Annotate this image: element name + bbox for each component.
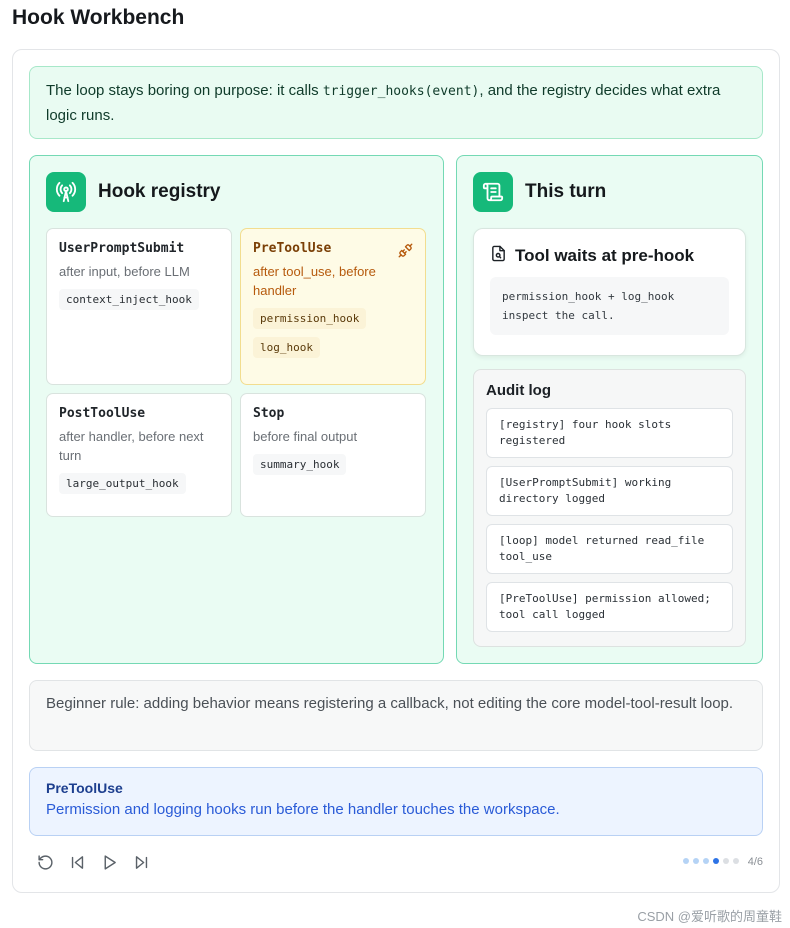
antenna-icon [46, 172, 86, 212]
step-counter: 4/6 [747, 856, 763, 868]
registry-title: Hook registry [98, 181, 221, 202]
beginner-rule-note: Beginner rule: adding behavior means reg… [29, 680, 763, 751]
audit-log-list: [registry] four hook slots registered [U… [486, 408, 733, 632]
step-dot[interactable] [683, 858, 689, 864]
this-turn-panel: This turn Tool waits at pre-hook permiss… [456, 155, 763, 664]
audit-log-entry: [UserPromptSubmit] working directory log… [486, 466, 733, 516]
waiting-card: Tool waits at pre-hook permission_hook +… [473, 228, 746, 356]
hook-desc: before final output [253, 429, 358, 444]
step-status-callout: PreToolUse Permission and logging hooks … [29, 767, 763, 836]
hook-card-pre-tool-use[interactable]: PreToolUse after tool_use, before handle… [240, 228, 426, 385]
registry-header: Hook registry [46, 172, 220, 212]
status-text: Permission and logging hooks run before … [46, 801, 560, 818]
file-search-icon [490, 245, 507, 267]
step-dots [683, 858, 739, 864]
workbench-card: The loop stays boring on purpose: it cal… [12, 49, 780, 893]
audit-log: Audit log [registry] four hook slots reg… [473, 369, 746, 647]
step-dot[interactable] [723, 858, 729, 864]
turn-title: This turn [525, 181, 607, 202]
hook-card-stop[interactable]: Stop before final output summary_hook [240, 393, 426, 517]
turn-header: This turn [473, 172, 606, 212]
status-title: PreToolUse [46, 780, 123, 796]
hook-chip: permission_hook [253, 308, 367, 329]
waiting-detail: permission_hook + log_hook inspect the c… [490, 277, 729, 335]
audit-log-title: Audit log [486, 382, 551, 399]
prev-icon[interactable] [67, 852, 87, 872]
intro-callout: The loop stays boring on purpose: it cal… [29, 66, 763, 139]
scroll-icon [473, 172, 513, 212]
hook-chip: context_inject_hook [59, 289, 199, 310]
play-icon[interactable] [99, 852, 119, 872]
waiting-line: permission_hook + log_hook [502, 290, 675, 303]
hook-registry-panel: Hook registry UserPromptSubmit after inp… [29, 155, 444, 664]
hook-card-user-prompt-submit[interactable]: UserPromptSubmit after input, before LLM… [46, 228, 232, 385]
step-dot-current[interactable] [713, 858, 719, 864]
step-dot[interactable] [693, 858, 699, 864]
hook-chip: summary_hook [253, 454, 347, 475]
audit-log-entry: [PreToolUse] permission allowed; tool ca… [486, 582, 733, 632]
hook-desc: after handler, before next turn [59, 429, 204, 463]
intro-code: trigger_hooks(event) [322, 84, 480, 99]
intro-text-before: The loop stays boring on purpose: it cal… [46, 82, 323, 99]
hook-card-post-tool-use[interactable]: PostToolUse after handler, before next t… [46, 393, 232, 517]
hook-chip: log_hook [253, 337, 320, 358]
waiting-title: Tool waits at pre-hook [515, 246, 695, 265]
audit-log-entry: [loop] model returned read_file tool_use [486, 524, 733, 574]
step-dot[interactable] [703, 858, 709, 864]
next-icon[interactable] [131, 852, 151, 872]
hook-desc: after input, before LLM [59, 264, 190, 279]
waiting-line: inspect the call. [502, 309, 615, 322]
player-controls [35, 852, 151, 872]
hook-name: PreToolUse [253, 241, 332, 256]
hook-name: UserPromptSubmit [59, 241, 185, 256]
hook-chip: large_output_hook [59, 473, 186, 494]
audit-log-entry: [registry] four hook slots registered [486, 408, 733, 458]
page-title: Hook Workbench [12, 6, 185, 29]
hook-name: Stop [253, 406, 285, 421]
hook-name: PostToolUse [59, 406, 146, 421]
step-dot[interactable] [733, 858, 739, 864]
hook-desc: after tool_use, before handler [253, 264, 376, 298]
watermark: CSDN @爱听歌的周童鞋 [637, 909, 782, 924]
plug-icon [398, 243, 413, 263]
restart-icon[interactable] [35, 852, 55, 872]
